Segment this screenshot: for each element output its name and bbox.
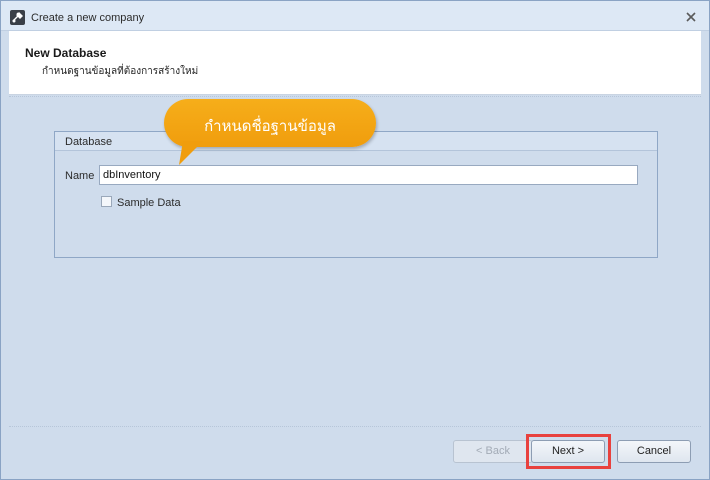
sample-data-checkbox[interactable] — [101, 196, 112, 207]
close-icon[interactable] — [685, 11, 697, 23]
page-subtitle: กำหนดฐานข้อมูลที่ต้องการสร้างใหม่ — [42, 66, 199, 77]
back-button[interactable]: < Back — [453, 440, 533, 463]
header-divider — [9, 96, 701, 97]
window-title: Create a new company — [31, 12, 145, 24]
create-company-dialog: Create a new company New Database กำหนดฐ… — [0, 0, 710, 480]
callout-tooltip: กำหนดชื่อฐานข้อมูล — [164, 99, 376, 147]
footer-divider — [9, 426, 701, 427]
next-button[interactable]: Next > — [531, 440, 605, 463]
groupbox-title: Database — [65, 136, 113, 148]
wizard-header: New Database กำหนดฐานข้อมูลที่ต้องการสร้… — [9, 31, 701, 95]
callout-pointer — [179, 141, 203, 165]
database-name-input[interactable] — [99, 165, 638, 185]
sample-data-label[interactable]: Sample Data — [117, 197, 181, 209]
wizard-tool-icon — [10, 10, 25, 25]
cancel-button[interactable]: Cancel — [617, 440, 691, 463]
name-label: Name — [65, 170, 95, 182]
database-groupbox: Database Name Sample Data — [54, 131, 658, 258]
callout-text: กำหนดชื่อฐานข้อมูล — [204, 118, 336, 135]
page-title: New Database — [25, 46, 107, 60]
title-bar[interactable]: Create a new company — [1, 1, 709, 31]
